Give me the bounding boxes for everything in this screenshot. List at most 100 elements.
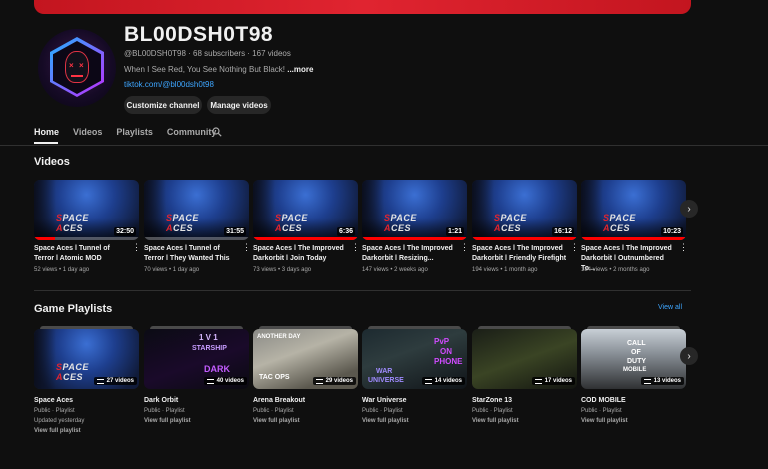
- more-link[interactable]: ...more: [287, 65, 313, 74]
- tab-home[interactable]: Home: [34, 127, 59, 143]
- video-thumbnail[interactable]: SPACE ACES 16:12: [472, 180, 577, 240]
- thumbnail-overlay-text: ANOTHER DAY: [257, 334, 301, 340]
- space-aces-logo: SPACE ACES: [603, 213, 636, 233]
- logo-word-pace: PACE: [500, 213, 527, 223]
- video-thumbnail[interactable]: SPACE ACES 32:50: [34, 180, 139, 240]
- space-aces-logo: SPACE ACES: [494, 213, 527, 233]
- thumbnail-overlay-text: OF: [631, 349, 641, 356]
- more-options-icon[interactable]: ⋮: [242, 243, 251, 252]
- video-duration: 6:36: [336, 227, 355, 236]
- channel-name: BL00DSH0T98: [124, 23, 274, 46]
- logo-word-pace: PACE: [62, 213, 89, 223]
- logo-word-ces: CES: [391, 223, 412, 233]
- view-all-link[interactable]: View all: [658, 304, 682, 311]
- thumbnail-overlay-text: TAC OPS: [259, 374, 290, 381]
- view-full-playlist-link[interactable]: View full playlist: [362, 418, 409, 424]
- playlist-count-badge: 27 videos: [93, 377, 137, 385]
- logo-word-pace: PACE: [609, 213, 636, 223]
- video-meta: 147 views • 2 weeks ago: [362, 267, 428, 273]
- playlist-count-badge: 14 videos: [421, 377, 465, 385]
- search-icon[interactable]: [212, 127, 222, 137]
- more-options-icon[interactable]: ⋮: [460, 243, 469, 252]
- view-full-playlist-link[interactable]: View full playlist: [581, 418, 628, 424]
- logo-letter-a: A: [56, 372, 63, 382]
- logo-word-pace: PACE: [172, 213, 199, 223]
- view-full-playlist-link[interactable]: View full playlist: [253, 418, 300, 424]
- space-aces-logo: SPACE ACES: [56, 213, 89, 233]
- playlist-thumbnail[interactable]: 17 videos: [472, 329, 577, 389]
- space-aces-logo: SPACE ACES: [166, 213, 199, 233]
- playlist-visibility: Public · Playlist: [362, 408, 403, 414]
- playlist-count-badge: 40 videos: [203, 377, 247, 385]
- space-aces-logo: SPACE ACES: [56, 362, 89, 382]
- playlist-thumbnail[interactable]: 1 V 1 STARSHIP DARK 40 videos: [144, 329, 249, 389]
- thumbnail-overlay-text: CALL: [627, 340, 646, 347]
- playlist-title[interactable]: StarZone 13: [472, 397, 512, 404]
- playlist-icon: [424, 378, 432, 384]
- playlist-thumbnail[interactable]: SPACE ACES 27 videos: [34, 329, 139, 389]
- logo-letter-a: A: [494, 223, 501, 233]
- video-title[interactable]: Space Aces l The Improved Darkorbit l Fr…: [472, 244, 569, 264]
- customize-channel-button[interactable]: Customize channel: [124, 96, 202, 114]
- playlist-title[interactable]: War Universe: [362, 397, 406, 404]
- logo-word-ces: CES: [610, 223, 631, 233]
- playlist-title[interactable]: Space Aces: [34, 397, 73, 404]
- thumbnail-overlay-text: MOBILE: [623, 367, 647, 373]
- manage-videos-button[interactable]: Manage videos: [207, 96, 271, 114]
- more-options-icon[interactable]: ⋮: [351, 243, 360, 252]
- playlist-title[interactable]: Arena Breakout: [253, 397, 305, 404]
- video-duration: 1:21: [445, 227, 464, 236]
- channel-tabs: Home Videos Playlists Community: [34, 127, 230, 143]
- avatar-mouth: [71, 75, 83, 77]
- video-thumbnail[interactable]: SPACE ACES 10:23: [581, 180, 686, 240]
- space-aces-logo: SPACE ACES: [275, 213, 308, 233]
- watch-progress-track: [144, 237, 249, 240]
- playlist-count: 40 videos: [216, 378, 244, 384]
- video-title[interactable]: Space Aces l The Improved Darkorbit l Re…: [362, 244, 459, 264]
- tab-videos[interactable]: Videos: [73, 127, 102, 143]
- more-options-icon[interactable]: ⋮: [132, 243, 141, 252]
- channel-description[interactable]: When I See Red, You See Nothing But Blac…: [124, 65, 313, 74]
- watch-progress-bar: [362, 237, 467, 240]
- videos-next-arrow-icon[interactable]: ›: [680, 200, 698, 218]
- playlist-title[interactable]: COD MOBILE: [581, 397, 626, 404]
- tab-playlists[interactable]: Playlists: [116, 127, 153, 143]
- video-title[interactable]: Space Aces l Tunnel of Terror l They Wan…: [144, 244, 241, 264]
- channel-link[interactable]: tiktok.com/@bl00dsh0t98: [124, 80, 214, 89]
- logo-letter-a: A: [384, 223, 391, 233]
- watch-progress-bar: [472, 237, 577, 240]
- channel-meta: @BL00DSH0T98 · 68 subscribers · 167 vide…: [124, 49, 291, 58]
- logo-word-pace: PACE: [390, 213, 417, 223]
- video-title[interactable]: Space Aces l The Improved Darkorbit l Jo…: [253, 244, 350, 264]
- video-thumbnail[interactable]: SPACE ACES 1:21: [362, 180, 467, 240]
- more-options-icon[interactable]: ⋮: [570, 243, 579, 252]
- playlist-visibility: Public · Playlist: [34, 408, 75, 414]
- playlist-icon: [206, 378, 214, 384]
- channel-avatar[interactable]: × ×: [38, 29, 116, 107]
- tabs-divider: [0, 145, 768, 146]
- playlist-thumbnail[interactable]: CALL OF DUTY MOBILE 13 videos: [581, 329, 686, 389]
- watch-progress-bar: [581, 237, 686, 240]
- video-title[interactable]: Space Aces l Tunnel of Terror l Atomic M…: [34, 244, 131, 264]
- logo-word-ces: CES: [63, 223, 84, 233]
- view-full-playlist-link[interactable]: View full playlist: [472, 418, 519, 424]
- playlists-next-arrow-icon[interactable]: ›: [680, 347, 698, 365]
- video-meta: 52 views • 1 day ago: [34, 267, 90, 273]
- video-thumbnail[interactable]: SPACE ACES 31:55: [144, 180, 249, 240]
- playlist-visibility: Public · Playlist: [581, 408, 622, 414]
- view-full-playlist-link[interactable]: View full playlist: [144, 418, 191, 424]
- view-full-playlist-link[interactable]: View full playlist: [34, 428, 81, 434]
- playlist-count-badge: 29 videos: [312, 377, 356, 385]
- playlist-icon: [534, 378, 542, 384]
- playlist-title[interactable]: Dark Orbit: [144, 397, 178, 404]
- playlist-visibility: Public · Playlist: [472, 408, 513, 414]
- more-options-icon[interactable]: ⋮: [679, 243, 688, 252]
- video-thumbnail[interactable]: SPACE ACES 6:36: [253, 180, 358, 240]
- playlist-count: 17 videos: [544, 378, 572, 384]
- playlist-thumbnail[interactable]: ANOTHER DAY TAC OPS 29 videos: [253, 329, 358, 389]
- logo-letter-a: A: [166, 223, 173, 233]
- playlist-thumbnail[interactable]: PvP ON PHONE WAR UNIVERSE 14 videos: [362, 329, 467, 389]
- logo-letter-a: A: [275, 223, 282, 233]
- tab-community[interactable]: Community: [167, 127, 217, 143]
- watch-progress-bar: [253, 237, 358, 240]
